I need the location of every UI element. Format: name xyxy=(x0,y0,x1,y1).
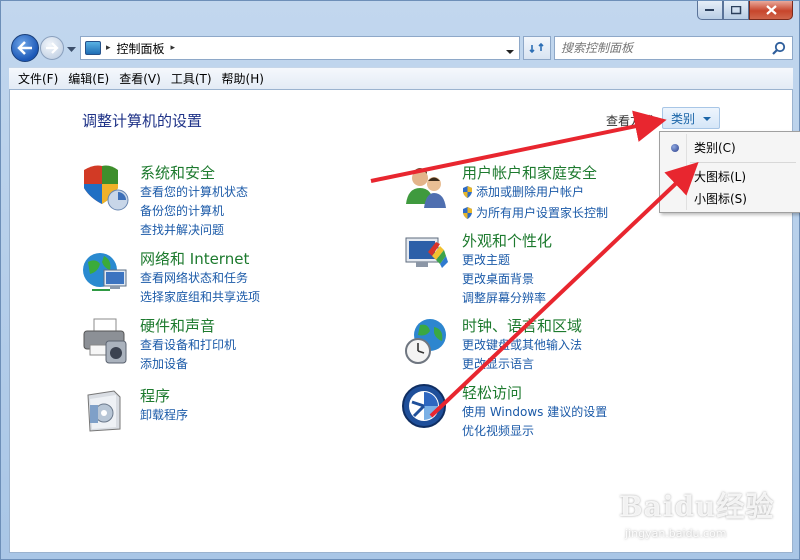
printer-icon[interactable] xyxy=(80,315,130,365)
category-title[interactable]: 硬件和声音 xyxy=(140,315,215,336)
menu-file[interactable]: 文件(F) xyxy=(13,70,63,87)
link-display-language[interactable]: 更改显示语言 xyxy=(462,355,582,374)
link-backup-computer[interactable]: 备份您的计算机 xyxy=(140,202,248,221)
uac-shield-icon xyxy=(462,206,473,225)
menu-bar: 文件(F) 编辑(E) 查看(V) 工具(T) 帮助(H) xyxy=(9,67,793,89)
category-title[interactable]: 网络和 Internet xyxy=(140,248,249,269)
maximize-button[interactable] xyxy=(723,1,749,20)
back-button[interactable] xyxy=(11,34,39,62)
link-uninstall-program[interactable]: 卸载程序 xyxy=(140,406,188,425)
breadcrumb-separator[interactable]: ▸ xyxy=(171,43,176,53)
menu-view[interactable]: 查看(V) xyxy=(114,70,166,87)
link-network-status[interactable]: 查看网络状态和任务 xyxy=(140,269,260,288)
shield-icon[interactable] xyxy=(80,162,130,212)
recent-pages-button[interactable] xyxy=(67,42,76,56)
view-by-dropdown[interactable]: 类别 xyxy=(662,107,720,129)
globe-network-icon[interactable] xyxy=(80,248,130,298)
link-change-keyboard[interactable]: 更改键盘或其他输入法 xyxy=(462,336,582,355)
link-parental-controls[interactable]: 为所有用户设置家长控制 xyxy=(462,204,608,225)
control-panel-window: ▸ 控制面板 ▸ 文件(F) 编辑(E) 查看(V) 工具(T) 帮助(H) 调 xyxy=(0,0,800,560)
forward-arrow-icon xyxy=(46,42,59,54)
menu-option-category[interactable]: 类别(C) xyxy=(694,139,736,156)
link-desktop-background[interactable]: 更改桌面背景 xyxy=(462,270,546,289)
refresh-icon xyxy=(529,42,544,54)
link-optimize-visual-display[interactable]: 优化视频显示 xyxy=(462,422,607,441)
minimize-button[interactable] xyxy=(697,1,723,20)
search-box[interactable] xyxy=(554,36,793,60)
view-by-value: 类别 xyxy=(671,111,696,126)
users-icon[interactable] xyxy=(402,162,452,212)
menu-tools[interactable]: 工具(T) xyxy=(166,70,217,87)
category-title[interactable]: 系统和安全 xyxy=(140,162,215,183)
globe-clock-icon[interactable] xyxy=(402,315,452,365)
view-by-menu: 类别(C) 大图标(L) 小图标(S) xyxy=(659,131,800,213)
back-arrow-icon xyxy=(17,41,32,55)
navigation-bar: ▸ 控制面板 ▸ xyxy=(9,33,793,63)
menu-option-small-icons[interactable]: 小图标(S) xyxy=(694,190,747,207)
menu-edit[interactable]: 编辑(E) xyxy=(63,70,114,87)
refresh-button[interactable] xyxy=(523,36,551,60)
chevron-down-icon xyxy=(67,47,76,52)
search-input[interactable] xyxy=(561,41,761,55)
link-troubleshoot[interactable]: 查找并解决问题 xyxy=(140,221,248,240)
link-add-remove-accounts[interactable]: 添加或删除用户帐户 xyxy=(462,183,608,204)
baidu-watermark: Baidu经验 jingyan.baidu.com xyxy=(611,477,791,557)
watermark-text: Baidu经验 xyxy=(619,490,775,523)
category-title[interactable]: 用户帐户和家庭安全 xyxy=(462,162,597,183)
watermark-url: jingyan.baidu.com xyxy=(625,527,727,540)
category-title[interactable]: 时钟、语言和区域 xyxy=(462,315,582,336)
category-title[interactable]: 程序 xyxy=(140,385,170,406)
control-panel-icon xyxy=(85,41,101,55)
breadcrumb-control-panel[interactable]: 控制面板 xyxy=(117,40,165,57)
category-title[interactable]: 外观和个性化 xyxy=(462,230,552,251)
close-button[interactable] xyxy=(749,1,793,20)
address-bar[interactable]: ▸ 控制面板 ▸ xyxy=(80,36,520,60)
category-title[interactable]: 轻松访问 xyxy=(462,382,522,403)
chevron-down-icon xyxy=(703,111,712,125)
forward-button[interactable] xyxy=(40,36,64,60)
link-view-computer-status[interactable]: 查看您的计算机状态 xyxy=(140,183,248,202)
uac-shield-icon xyxy=(462,185,473,204)
monitor-palette-icon[interactable] xyxy=(402,230,452,280)
breadcrumb-separator[interactable]: ▸ xyxy=(106,43,111,53)
address-dropdown-icon[interactable] xyxy=(506,44,514,58)
menu-option-large-icons[interactable]: 大图标(L) xyxy=(694,168,746,185)
link-devices-printers[interactable]: 查看设备和打印机 xyxy=(140,336,236,355)
ease-of-access-icon[interactable] xyxy=(402,382,452,432)
programs-box-icon[interactable] xyxy=(80,385,130,435)
search-icon[interactable] xyxy=(772,41,786,58)
link-windows-suggested-settings[interactable]: 使用 Windows 建议的设置 xyxy=(462,403,607,422)
link-change-theme[interactable]: 更改主题 xyxy=(462,251,546,270)
menu-help[interactable]: 帮助(H) xyxy=(217,70,269,87)
view-by-label: 查看方式： xyxy=(606,114,667,128)
link-add-device[interactable]: 添加设备 xyxy=(140,355,236,374)
link-screen-resolution[interactable]: 调整屏幕分辨率 xyxy=(462,289,546,308)
caption-buttons xyxy=(697,1,793,20)
radio-selected-icon xyxy=(671,144,679,152)
page-title: 调整计算机的设置 xyxy=(82,112,203,130)
link-homegroup-sharing[interactable]: 选择家庭组和共享选项 xyxy=(140,288,260,307)
